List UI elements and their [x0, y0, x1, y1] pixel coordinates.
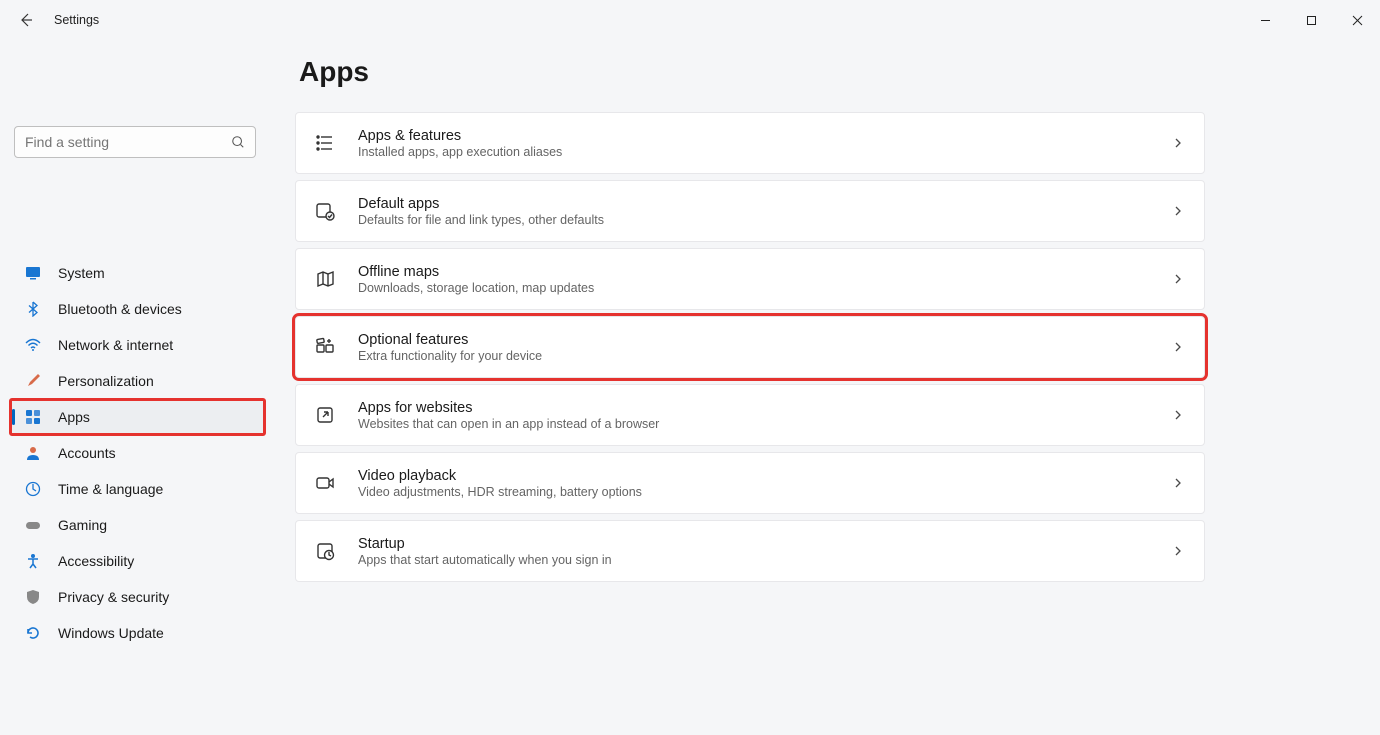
- chevron-right-icon: [1172, 476, 1186, 490]
- update-icon: [24, 624, 42, 642]
- sidebar-item-label: Apps: [58, 409, 90, 425]
- card-title: Default apps: [358, 196, 1172, 212]
- maximize-button[interactable]: [1288, 4, 1334, 36]
- sidebar-item-system[interactable]: System: [10, 255, 265, 291]
- card-text: Default apps Defaults for file and link …: [358, 196, 1172, 227]
- card-text: Apps for websites Websites that can open…: [358, 400, 1172, 431]
- titlebar: Settings: [0, 0, 1380, 40]
- chevron-right-icon: [1172, 544, 1186, 558]
- sidebar-item-accessibility[interactable]: Accessibility: [10, 543, 265, 579]
- sidebar-item-label: Gaming: [58, 517, 107, 533]
- sidebar-item-bluetooth[interactable]: Bluetooth & devices: [10, 291, 265, 327]
- sidebar-item-label: Time & language: [58, 481, 163, 497]
- sidebar-item-personalization[interactable]: Personalization: [10, 363, 265, 399]
- card-apps-features[interactable]: Apps & features Installed apps, app exec…: [295, 112, 1205, 174]
- card-offline-maps[interactable]: Offline maps Downloads, storage location…: [295, 248, 1205, 310]
- card-video-playback[interactable]: Video playback Video adjustments, HDR st…: [295, 452, 1205, 514]
- card-subtitle: Defaults for file and link types, other …: [358, 213, 1172, 227]
- sidebar-item-label: Privacy & security: [58, 589, 169, 605]
- sidebar-item-network[interactable]: Network & internet: [10, 327, 265, 363]
- open-link-icon: [314, 404, 336, 426]
- sidebar-nav: System Bluetooth & devices Network & int…: [10, 255, 265, 651]
- startup-icon: [314, 540, 336, 562]
- chevron-right-icon: [1172, 272, 1186, 286]
- sidebar-item-time-language[interactable]: Time & language: [10, 471, 265, 507]
- bluetooth-icon: [24, 300, 42, 318]
- card-text: Optional features Extra functionality fo…: [358, 332, 1172, 363]
- card-text: Video playback Video adjustments, HDR st…: [358, 468, 1172, 499]
- globe-clock-icon: [24, 480, 42, 498]
- shield-icon: [24, 588, 42, 606]
- person-icon: [24, 444, 42, 462]
- card-default-apps[interactable]: Default apps Defaults for file and link …: [295, 180, 1205, 242]
- sidebar-item-accounts[interactable]: Accounts: [10, 435, 265, 471]
- card-title: Apps & features: [358, 128, 1172, 144]
- card-title: Optional features: [358, 332, 1172, 348]
- video-icon: [314, 472, 336, 494]
- sidebar-item-windows-update[interactable]: Windows Update: [10, 615, 265, 651]
- window-title: Settings: [54, 13, 99, 27]
- add-feature-icon: [314, 336, 336, 358]
- sidebar-item-apps[interactable]: Apps: [10, 399, 265, 435]
- main-panel: Apps Apps & features Installed apps, app…: [275, 40, 1225, 735]
- card-subtitle: Installed apps, app execution aliases: [358, 145, 1172, 159]
- sidebar: System Bluetooth & devices Network & int…: [0, 40, 275, 735]
- card-subtitle: Extra functionality for your device: [358, 349, 1172, 363]
- sidebar-item-label: System: [58, 265, 105, 281]
- default-apps-icon: [314, 200, 336, 222]
- search-icon: [231, 135, 245, 149]
- card-optional-features[interactable]: Optional features Extra functionality fo…: [295, 316, 1205, 378]
- sidebar-item-label: Bluetooth & devices: [58, 301, 182, 317]
- display-icon: [24, 264, 42, 282]
- sidebar-item-label: Personalization: [58, 373, 154, 389]
- page-title: Apps: [299, 56, 1205, 88]
- card-title: Video playback: [358, 468, 1172, 484]
- sidebar-item-gaming[interactable]: Gaming: [10, 507, 265, 543]
- wifi-icon: [24, 336, 42, 354]
- chevron-right-icon: [1172, 408, 1186, 422]
- accessibility-icon: [24, 552, 42, 570]
- card-text: Startup Apps that start automatically wh…: [358, 536, 1172, 567]
- card-startup[interactable]: Startup Apps that start automatically wh…: [295, 520, 1205, 582]
- card-subtitle: Downloads, storage location, map updates: [358, 281, 1172, 295]
- chevron-right-icon: [1172, 340, 1186, 354]
- sidebar-item-privacy[interactable]: Privacy & security: [10, 579, 265, 615]
- list-icon: [314, 132, 336, 154]
- gamepad-icon: [24, 516, 42, 534]
- sidebar-item-label: Accounts: [58, 445, 116, 461]
- search-box[interactable]: [14, 126, 256, 158]
- chevron-right-icon: [1172, 136, 1186, 150]
- card-text: Offline maps Downloads, storage location…: [358, 264, 1172, 295]
- chevron-right-icon: [1172, 204, 1186, 218]
- card-title: Apps for websites: [358, 400, 1172, 416]
- search-input[interactable]: [25, 134, 231, 150]
- window-controls: [1242, 4, 1380, 36]
- sidebar-item-label: Accessibility: [58, 553, 134, 569]
- card-title: Offline maps: [358, 264, 1172, 280]
- card-apps-for-websites[interactable]: Apps for websites Websites that can open…: [295, 384, 1205, 446]
- sidebar-item-label: Network & internet: [58, 337, 173, 353]
- close-button[interactable]: [1334, 4, 1380, 36]
- card-subtitle: Video adjustments, HDR streaming, batter…: [358, 485, 1172, 499]
- card-title: Startup: [358, 536, 1172, 552]
- back-button[interactable]: [14, 8, 38, 32]
- apps-icon: [24, 408, 42, 426]
- card-text: Apps & features Installed apps, app exec…: [358, 128, 1172, 159]
- map-icon: [314, 268, 336, 290]
- paintbrush-icon: [24, 372, 42, 390]
- minimize-button[interactable]: [1242, 4, 1288, 36]
- card-subtitle: Websites that can open in an app instead…: [358, 417, 1172, 431]
- card-subtitle: Apps that start automatically when you s…: [358, 553, 1172, 567]
- sidebar-item-label: Windows Update: [58, 625, 164, 641]
